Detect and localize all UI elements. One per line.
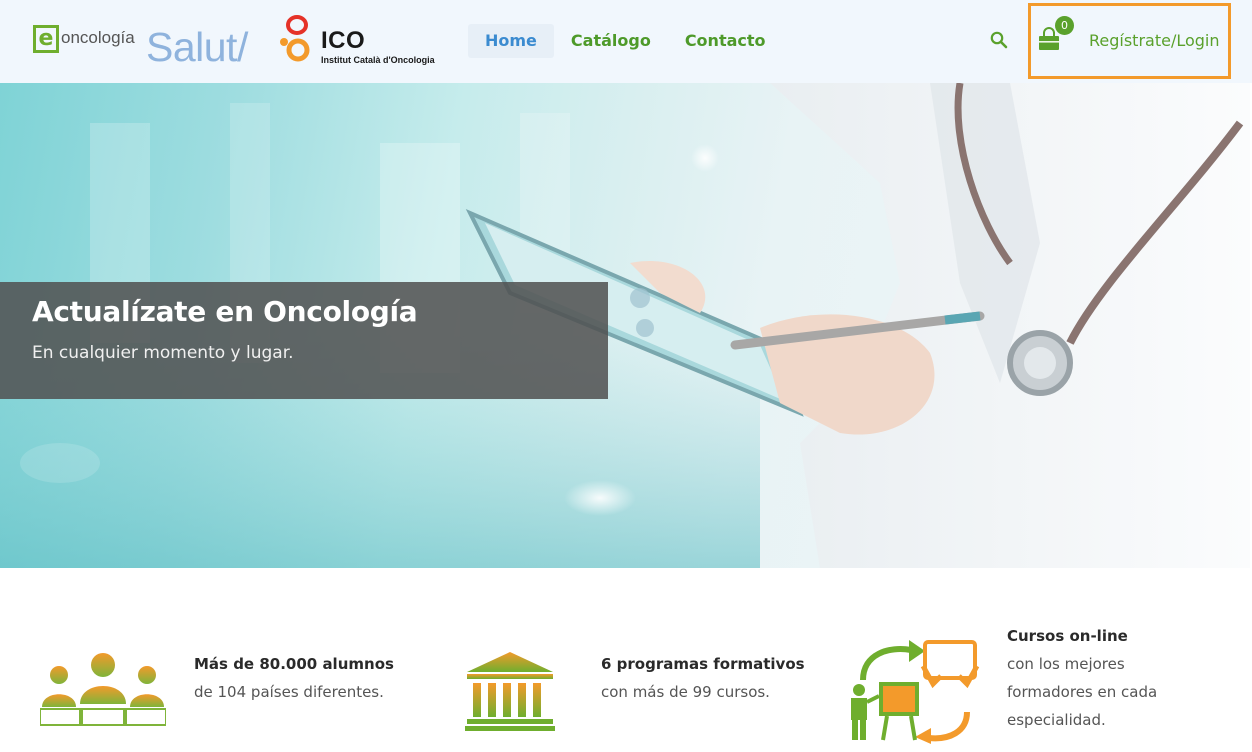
online-teaching-icon <box>851 640 980 744</box>
feature-online-courses: Cursos on-line con los mejores formadore… <box>1007 622 1157 734</box>
nav-contacto[interactable]: Contacto <box>668 24 783 58</box>
hero-title: Actualízate en Oncología <box>32 295 418 328</box>
feature-title: Más de 80.000 alumnos <box>194 655 394 673</box>
eoncologia-logo[interactable]: e oncología <box>33 25 135 55</box>
feature-line: con los mejores <box>1007 655 1125 673</box>
hero-caption-box: Actualízate en Oncología En cualquier mo… <box>0 282 608 399</box>
salut-logo: Salut/ <box>146 24 248 70</box>
logo-e-letter: e <box>33 25 59 53</box>
register-login-link[interactable]: Regístrate/Login <box>1089 31 1220 51</box>
feature-title: Cursos on-line <box>1007 627 1128 645</box>
logo-e-text: oncología <box>61 28 135 47</box>
feature-line: de 104 países diferentes. <box>194 683 384 701</box>
cart-count-badge: 0 <box>1055 16 1074 35</box>
ico-logo-mark-icon <box>280 15 310 62</box>
main-nav: Home Catálogo Contacto <box>468 24 783 58</box>
ico-logo-subtitle: Institut Català d'Oncologia <box>321 55 435 65</box>
feature-line: especialidad. <box>1007 711 1106 729</box>
feature-title: 6 programas formativos <box>601 655 805 673</box>
feature-line: con más de 99 cursos. <box>601 683 770 701</box>
nav-home[interactable]: Home <box>468 24 554 58</box>
hero-banner: Actualízate en Oncología En cualquier mo… <box>0 83 1250 568</box>
site-header: e oncología Salut/ ICO Institut Català d… <box>0 0 1252 83</box>
hero-subtitle: En cualquier momento y lugar. <box>32 343 294 363</box>
students-icon <box>40 653 166 726</box>
institution-icon <box>465 652 555 731</box>
nav-catalogo[interactable]: Catálogo <box>554 24 668 58</box>
feature-line: formadores en cada <box>1007 683 1158 701</box>
search-icon[interactable] <box>989 30 1009 50</box>
ico-logo-title: ICO <box>321 27 366 54</box>
feature-programs: 6 programas formativos con más de 99 cur… <box>601 650 805 706</box>
feature-students: Más de 80.000 alumnos de 104 países dife… <box>194 650 394 706</box>
